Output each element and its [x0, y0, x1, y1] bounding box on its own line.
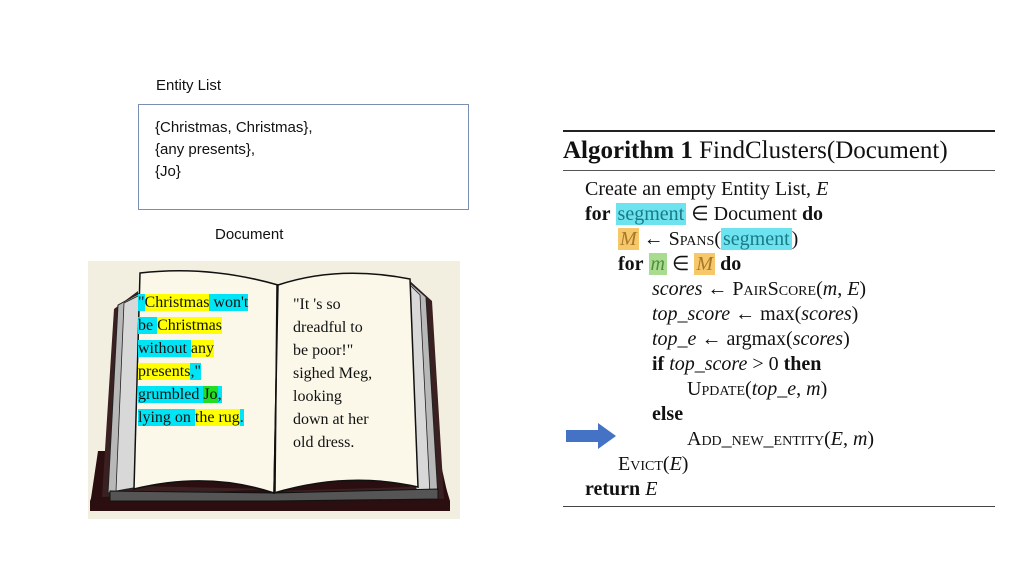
left-page-line: be Christmas [138, 314, 278, 337]
algo-line-else: else [652, 403, 684, 425]
algorithm-block: Algorithm 1 FindClusters(Document) Creat… [563, 130, 995, 507]
M-highlight: M [694, 253, 716, 275]
right-page-line: "It 's so [293, 296, 341, 313]
segment-highlight: without [138, 340, 191, 357]
algo-line-spans: M ← Spans(segment) [618, 228, 799, 250]
segment-highlight: lying on [138, 409, 195, 426]
segment-highlight: , [217, 386, 222, 403]
algorithm-title: Algorithm 1 FindClusters(Document) [563, 137, 948, 164]
entity-mention-highlight: presents [138, 363, 191, 380]
algo-line-update: Update(top_e, m) [687, 378, 828, 400]
algo-line-scores: scores ← PairScore(m, E) [652, 278, 867, 300]
entity-mention-highlight: Christmas [144, 294, 210, 311]
m-highlight: m [648, 253, 667, 275]
left-page-text: "Christmas won't be Christmas without any p… [138, 291, 278, 429]
segment-highlight: be [138, 317, 158, 334]
left-page-line: "Christmas won't [138, 291, 278, 314]
algo-line-top-e: top_e ← argmax(scores) [652, 328, 850, 350]
document-label: Document [215, 226, 284, 243]
segment-highlight: segment [615, 203, 687, 225]
right-page-line: old dress. [293, 434, 355, 451]
segment-highlight: segment [720, 228, 792, 250]
algo-line-evict: Evict(E) [618, 453, 689, 475]
algo-line-for-m: for m ∈ M do [618, 253, 742, 275]
segment-highlight: . [239, 409, 244, 426]
entity-mention-highlight: any [190, 340, 214, 357]
segment-highlight: " [138, 294, 145, 311]
right-page-line: looking [293, 388, 342, 405]
algo-line-create: Create an empty Entity List, E [585, 178, 829, 200]
left-page-line: without any [138, 337, 278, 360]
left-page-line: grumbled Jo, [138, 383, 278, 406]
left-page-line: presents," [138, 360, 278, 383]
M-highlight: M [618, 228, 639, 250]
entity-line: {Jo} [155, 163, 181, 180]
right-page-line: dreadful to [293, 319, 363, 336]
entity-mention-highlight-green: Jo [203, 386, 218, 403]
open-book-illustration: "Christmas won't be Christmas without any p… [88, 261, 460, 519]
left-page-line: lying on the rug. [138, 406, 278, 429]
right-page-line: sighed Meg, [293, 365, 373, 382]
segment-highlight: grumbled [138, 386, 204, 403]
right-page-text: "It 's so dreadful to be poor!" sighed Meg,… [293, 293, 403, 454]
algo-line-if: if top_score > 0 then [652, 353, 822, 375]
right-page-line: down at her [293, 411, 369, 428]
right-page-line: be poor!" [293, 342, 354, 359]
algo-line-for-segment: for segment ∈ Document do [585, 203, 824, 225]
segment-highlight: ," [190, 363, 201, 380]
segment-highlight: won't [209, 294, 249, 311]
entity-list-label: Entity List [156, 77, 222, 94]
entity-mention-highlight: Christmas [157, 317, 222, 334]
algo-line-return: return E [585, 478, 658, 500]
entity-line: {Christmas, Christmas}, [155, 119, 313, 136]
algo-line-top-score: top_score ← max(scores) [652, 303, 859, 325]
entity-list-box: {Christmas, Christmas}, {any presents}, … [138, 104, 469, 210]
entity-mention-highlight: the rug [194, 409, 240, 426]
algo-line-add-new-entity: Add_new_entity(E, m) [687, 428, 875, 450]
entity-line: {any presents}, [155, 141, 256, 158]
